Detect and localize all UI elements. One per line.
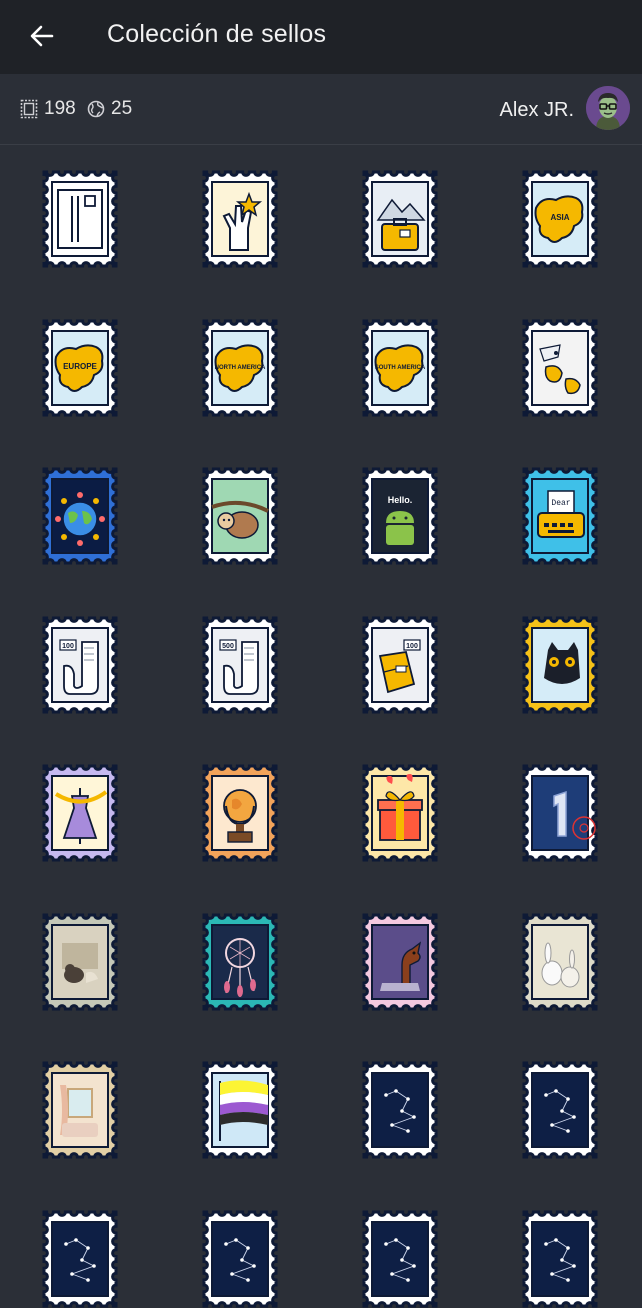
svg-text:EUROPE: EUROPE bbox=[63, 362, 97, 371]
stamp-image bbox=[362, 1210, 438, 1308]
stamp-image bbox=[202, 467, 278, 565]
stamp-postcard[interactable] bbox=[42, 170, 118, 268]
stamp-black-cat[interactable] bbox=[522, 616, 598, 714]
page-title: Colección de sellos bbox=[107, 20, 327, 48]
stamp-bunnies[interactable] bbox=[522, 913, 598, 1011]
stamp-victory-hand[interactable] bbox=[202, 170, 278, 268]
svg-text:Dear: Dear bbox=[551, 499, 570, 508]
user-name[interactable]: Alex JR. bbox=[500, 99, 574, 122]
avatar[interactable] bbox=[586, 86, 630, 130]
svg-text:Hello.: Hello. bbox=[388, 495, 413, 505]
country-count: 25 bbox=[87, 98, 132, 120]
stamp-image bbox=[202, 913, 278, 1011]
stamp-count: 198 bbox=[20, 98, 76, 120]
stamp-image bbox=[202, 764, 278, 862]
stamp-image: NORTH AMERICA bbox=[202, 319, 278, 417]
stamp-image bbox=[522, 319, 598, 417]
stamp-image bbox=[522, 1210, 598, 1308]
stamp-dress-form[interactable] bbox=[42, 764, 118, 862]
stamp-100-letters[interactable]: 100 bbox=[362, 616, 438, 714]
stamp-image bbox=[42, 764, 118, 862]
stamp-world-unity[interactable] bbox=[42, 467, 118, 565]
stamp-image: Dear bbox=[522, 467, 598, 565]
stamp-image bbox=[42, 913, 118, 1011]
stamp-image: EUROPE bbox=[42, 319, 118, 417]
stamp-100-days[interactable]: 100 bbox=[42, 616, 118, 714]
stamp-image: SOUTH AMERICA bbox=[362, 319, 438, 417]
stamp-image bbox=[522, 913, 598, 1011]
collection-stats-bar: 198 25 Alex JR. bbox=[0, 74, 642, 145]
svg-text:SOUTH AMERICA: SOUTH AMERICA bbox=[375, 365, 426, 371]
stamp-image bbox=[42, 170, 118, 268]
stamp-europe-map[interactable]: EUROPE bbox=[42, 319, 118, 417]
top-app-bar: Colección de sellos bbox=[0, 0, 642, 74]
stamp-image: ASIA bbox=[522, 170, 598, 268]
stamp-dachshund[interactable] bbox=[362, 913, 438, 1011]
stamp-count-value: 198 bbox=[44, 98, 76, 119]
stamp-constellation-a[interactable] bbox=[42, 1210, 118, 1308]
stamp-image bbox=[42, 467, 118, 565]
svg-text:100: 100 bbox=[406, 643, 418, 650]
stamp-image bbox=[42, 1061, 118, 1159]
arrow-left-icon bbox=[30, 25, 54, 47]
svg-text:ASIA: ASIA bbox=[550, 213, 569, 222]
stamp-gift[interactable] bbox=[362, 764, 438, 862]
stamp-image bbox=[362, 913, 438, 1011]
back-button[interactable] bbox=[22, 16, 62, 56]
country-count-value: 25 bbox=[111, 98, 133, 119]
stamp-world-map[interactable] bbox=[522, 319, 598, 417]
stamp-south-america-map[interactable]: SOUTH AMERICA bbox=[362, 319, 438, 417]
stamp-typewriter-dear[interactable]: Dear bbox=[522, 467, 598, 565]
stamp-image bbox=[522, 1061, 598, 1159]
stamp-north-america-map[interactable]: NORTH AMERICA bbox=[202, 319, 278, 417]
stamp-constellation-d[interactable] bbox=[522, 1210, 598, 1308]
stamp-image bbox=[42, 1210, 118, 1308]
stamp-500-days[interactable]: 500 bbox=[202, 616, 278, 714]
stamp-asia-map[interactable]: ASIA bbox=[522, 170, 598, 268]
svg-text:NORTH AMERICA: NORTH AMERICA bbox=[215, 365, 266, 371]
stamp-image bbox=[522, 616, 598, 714]
stamp-image bbox=[362, 1061, 438, 1159]
avatar-image bbox=[586, 86, 630, 130]
stamp-gemini-constellation[interactable] bbox=[362, 1061, 438, 1159]
stamp-image bbox=[362, 764, 438, 862]
globe-icon bbox=[87, 100, 105, 118]
stamp-image: 500 bbox=[202, 616, 278, 714]
stamp-icon bbox=[20, 99, 38, 119]
stamp-sloth[interactable] bbox=[202, 467, 278, 565]
stamp-pisces-constellation[interactable] bbox=[522, 1061, 598, 1159]
stamp-cozy-room[interactable] bbox=[42, 1061, 118, 1159]
svg-text:100: 100 bbox=[62, 643, 74, 650]
stamp-image: 100 bbox=[362, 616, 438, 714]
stamp-image bbox=[202, 1061, 278, 1159]
stamp-constellation-b[interactable] bbox=[202, 1210, 278, 1308]
stamp-image: 100 bbox=[42, 616, 118, 714]
svg-text:500: 500 bbox=[222, 643, 234, 650]
stamp-image: Hello. bbox=[362, 467, 438, 565]
stamp-image bbox=[202, 1210, 278, 1308]
stamp-cat-painting[interactable] bbox=[42, 913, 118, 1011]
stamp-globe-trophy[interactable] bbox=[202, 764, 278, 862]
stamp-image bbox=[362, 170, 438, 268]
stamp-image bbox=[202, 170, 278, 268]
stamp-nonbinary-flag[interactable] bbox=[202, 1061, 278, 1159]
stamp-dreamcatcher[interactable] bbox=[202, 913, 278, 1011]
stamp-constellation-c[interactable] bbox=[362, 1210, 438, 1308]
stamp-number-one[interactable] bbox=[522, 764, 598, 862]
stamp-travel-suitcase[interactable] bbox=[362, 170, 438, 268]
stamp-android-hello[interactable]: Hello. bbox=[362, 467, 438, 565]
stamp-image bbox=[522, 764, 598, 862]
